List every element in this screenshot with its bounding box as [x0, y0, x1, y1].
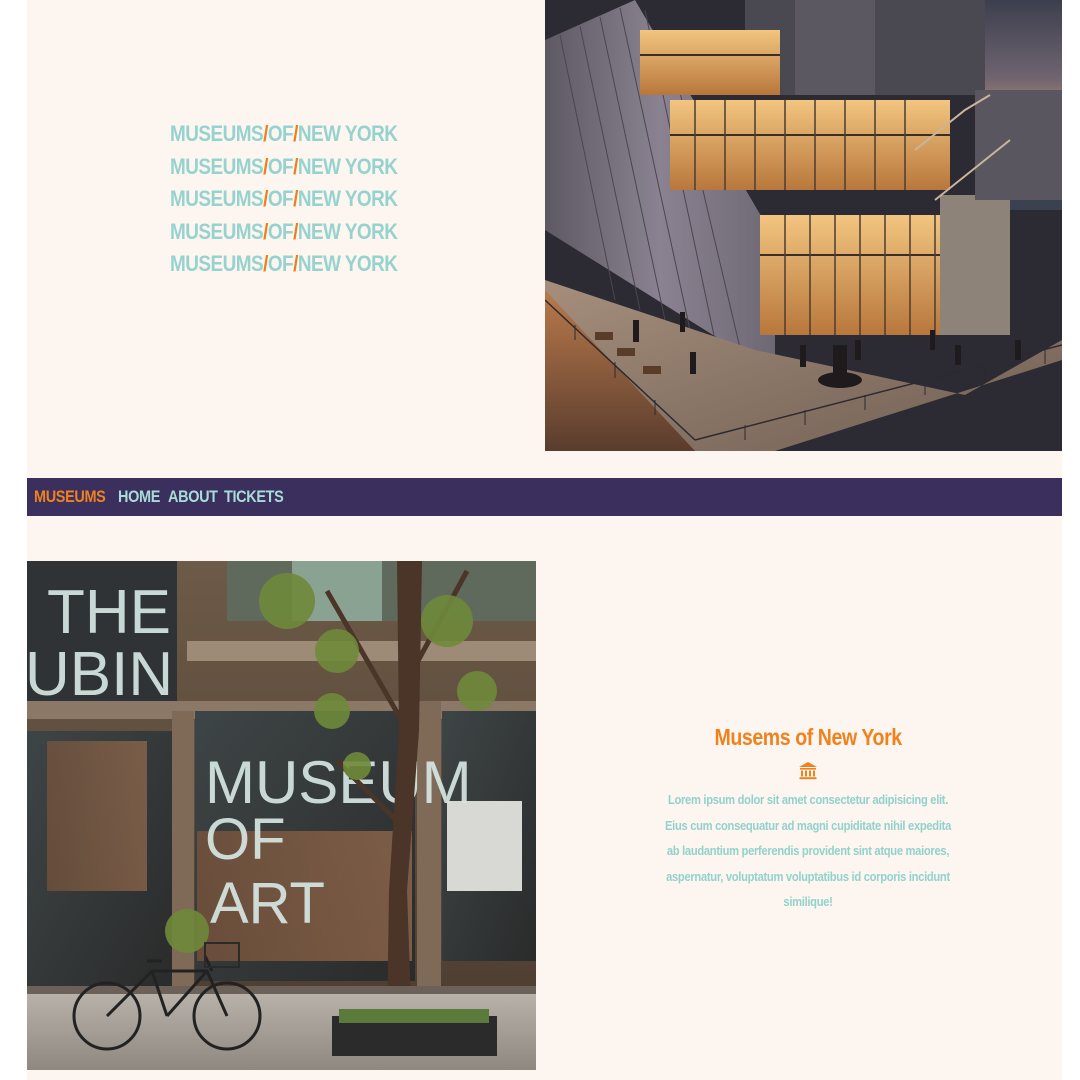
- hero-word-new-york: NEW YORK: [297, 218, 398, 244]
- hero-title-line: MUSEUMS/OF/NEW YORK: [170, 248, 398, 281]
- sign-text: ART: [210, 871, 325, 936]
- navbar: MUSEUMS HOME ABOUT TICKETS: [27, 478, 1062, 516]
- hero-word-of: OF: [267, 186, 294, 211]
- feature-image-rubin-museum: THE UBIN MUSEUM OF ART: [27, 561, 536, 1070]
- hero-title-block: MUSEUMS/OF/NEW YORK MUSEUMS/OF/NEW YORK …: [170, 118, 430, 281]
- hero-title-line: MUSEUMS/OF/NEW YORK: [170, 183, 398, 216]
- hero-word-museums: MUSEUMS: [170, 251, 264, 276]
- sign-text: OF: [205, 807, 286, 872]
- hero-word-museums: MUSEUMS: [170, 121, 264, 146]
- hero-word-new-york: NEW YORK: [297, 186, 398, 211]
- hero-title-line: MUSEUMS/OF/NEW YORK: [170, 151, 398, 184]
- hero-word-museums: MUSEUMS: [170, 218, 264, 244]
- sign-text: MUSEUM: [205, 749, 472, 816]
- hero-word-of: OF: [267, 251, 294, 276]
- feature-title: Musems of New York: [714, 724, 902, 750]
- feature-text-block: Musems of New York Lorem ipsum dolor sit…: [633, 724, 983, 915]
- hero-word-of: OF: [267, 121, 294, 146]
- hero-word-new-york: NEW YORK: [297, 251, 398, 276]
- nav-link-home[interactable]: HOME: [118, 487, 161, 507]
- hero-word-new-york: NEW YORK: [297, 153, 398, 179]
- nav-brand[interactable]: MUSEUMS: [34, 487, 106, 507]
- page: MUSEUMS/OF/NEW YORK MUSEUMS/OF/NEW YORK …: [27, 0, 1062, 1080]
- hero-word-museums: MUSEUMS: [170, 153, 264, 179]
- sign-text: THE: [47, 578, 171, 647]
- sign-text: UBIN: [27, 640, 173, 709]
- hero-word-of: OF: [267, 153, 294, 179]
- hero-image-museum-building: [545, 0, 1062, 451]
- hero-word-new-york: NEW YORK: [297, 121, 398, 146]
- nav-link-about[interactable]: ABOUT: [168, 487, 218, 507]
- feature-description-text: Lorem ipsum dolor sit amet consectetur a…: [664, 792, 951, 909]
- hero-title-line: MUSEUMS/OF/NEW YORK: [170, 118, 398, 151]
- feature-description: Lorem ipsum dolor sit amet consectetur a…: [633, 787, 983, 915]
- hero-title-line: MUSEUMS/OF/NEW YORK: [170, 216, 398, 249]
- museum-icon: [799, 762, 817, 780]
- nav-link-tickets[interactable]: TICKETS: [224, 487, 284, 507]
- hero-word-of: OF: [267, 218, 294, 244]
- hero-word-museums: MUSEUMS: [170, 186, 264, 211]
